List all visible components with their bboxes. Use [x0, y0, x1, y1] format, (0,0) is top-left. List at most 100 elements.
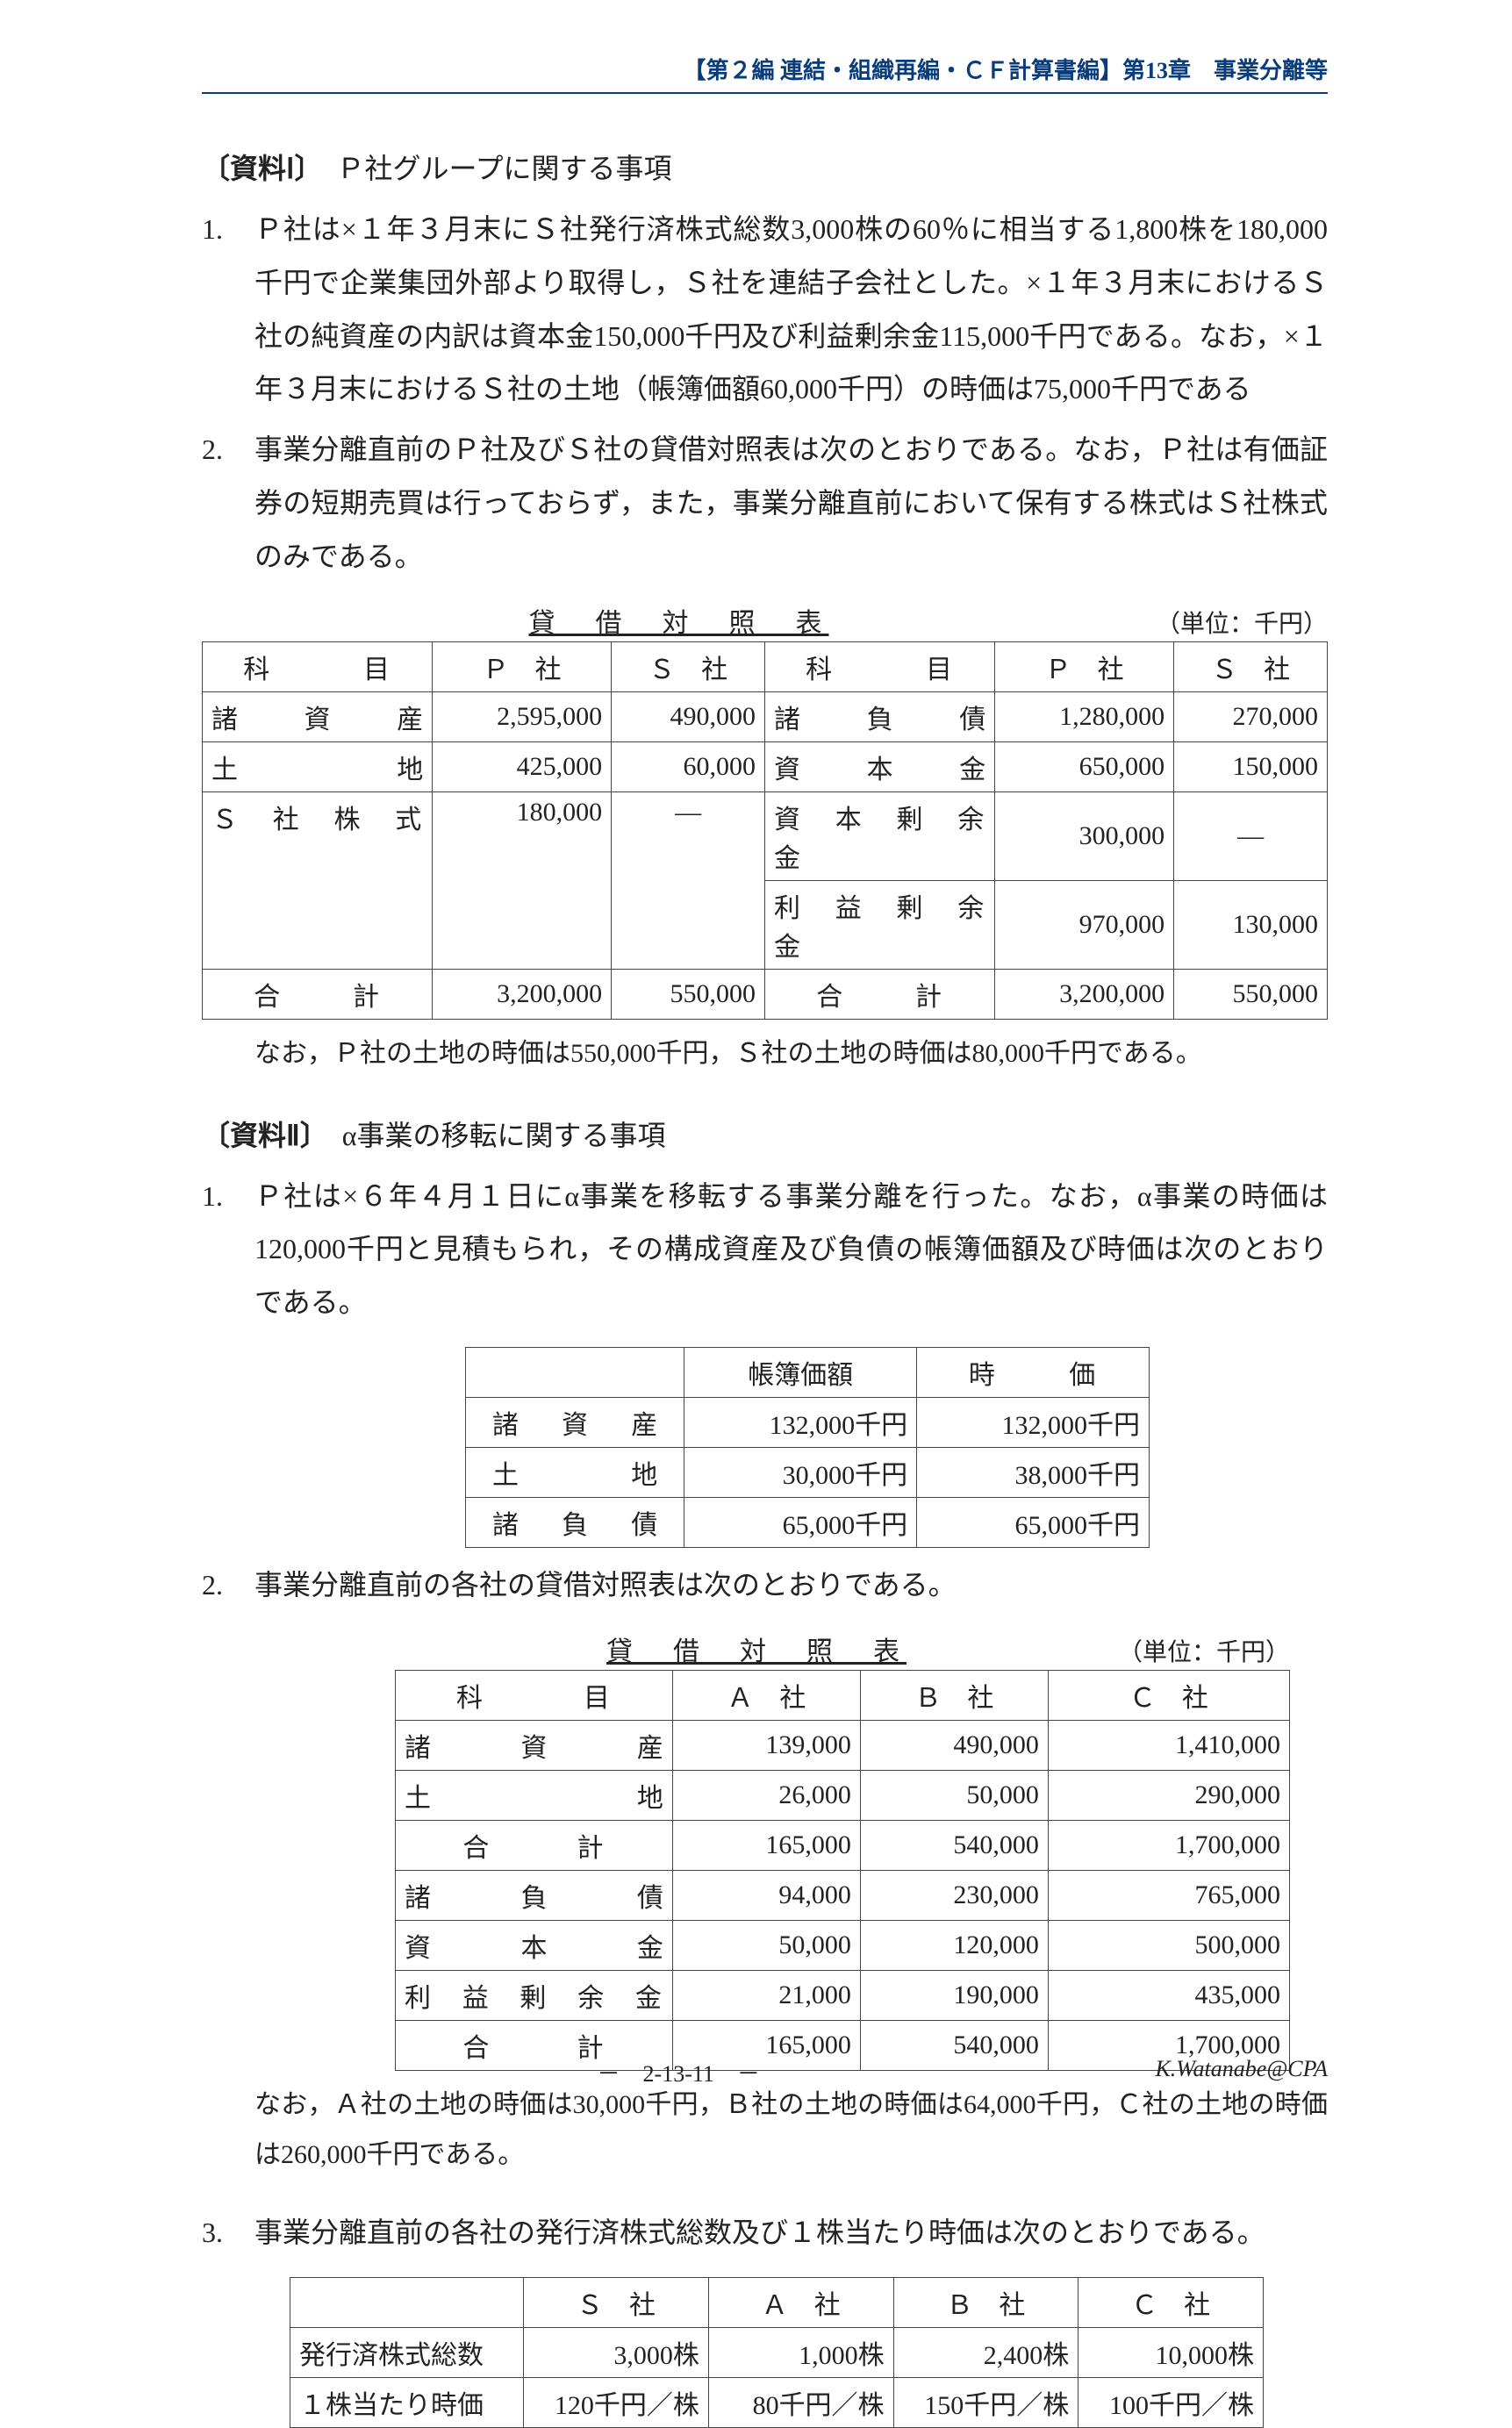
cell: 26,000: [672, 1770, 860, 1820]
cell: 諸: [405, 1726, 431, 1765]
cell: 150,000: [1174, 741, 1328, 791]
shares-table: Ｓ 社 Ａ 社 Ｂ 社 Ｃ 社 発行済株式総数 3,000株 1,000株 2,…: [290, 2277, 1264, 2428]
section1-tag: 〔資料Ⅰ〕: [202, 153, 308, 184]
cell: 300,000: [995, 791, 1174, 880]
cell: 550,000: [612, 969, 765, 1019]
cell: １株当たり時価: [290, 2377, 524, 2427]
cell: 地: [631, 1453, 657, 1492]
list-item: 1. Ｐ社は×１年３月末にＳ社発行済株式総数3,000株の60％に相当する1,8…: [202, 203, 1328, 416]
cell: 120千円／株: [524, 2377, 709, 2427]
page-footer: － 2-13-11 － K.Watanabe@CPA: [0, 2056, 1512, 2088]
cell: 資: [305, 698, 331, 736]
item-text: 事業分離直前の各社の貸借対照表は次のとおりである。: [254, 1558, 1328, 1612]
cell: 諸: [492, 1503, 519, 1542]
cell: 金: [959, 748, 985, 786]
cell: 土: [405, 1776, 431, 1815]
item-number: 2.: [202, 423, 254, 583]
col-head: Ｓ 社: [1174, 641, 1328, 691]
cell: ―: [1174, 791, 1328, 880]
cell: 金: [637, 1926, 663, 1965]
list-item: 1. Ｐ社は×６年４月１日にα事業を移転する事業分離を行った。なお，α事業の時価…: [202, 1170, 1328, 1329]
cell: 債: [631, 1503, 657, 1542]
cell: 負: [520, 1876, 547, 1915]
section2-list-2: 2. 事業分離直前の各社の貸借対照表は次のとおりである。: [202, 1558, 1328, 1612]
cell: 21,000: [672, 1970, 860, 2020]
col-head: Ｓ 社: [524, 2277, 709, 2327]
cell: 地: [637, 1776, 663, 1815]
cell: 190,000: [860, 1970, 1048, 2020]
section1-title: 〔資料Ⅰ〕 Ｐ社グループに関する事項: [202, 147, 1328, 187]
cell: 50,000: [860, 1770, 1048, 1820]
page-number: － 2-13-11 －: [202, 2056, 1155, 2088]
cell: 利 益 剰 余 金: [405, 1976, 663, 2015]
col-head: 科 目: [456, 1676, 612, 1715]
cell: 50,000: [672, 1920, 860, 1970]
col-head: 科 目: [806, 648, 954, 686]
cell: 1,410,000: [1048, 1720, 1289, 1770]
table3-note: なお，Ａ社の土地の時価は30,000千円，Ｂ社の土地の時価は64,000千円，Ｃ…: [254, 2080, 1328, 2180]
cell: 100千円／株: [1078, 2377, 1264, 2427]
cell: 65,000千円: [684, 1497, 917, 1547]
cell: 139,000: [672, 1720, 860, 1770]
cell: Ｓ 社 株 式: [211, 798, 423, 836]
cell: 30,000千円: [684, 1447, 917, 1497]
cell: 3,000株: [524, 2327, 709, 2377]
col-head: Ｐ 社: [995, 641, 1174, 691]
cell: 産: [637, 1726, 663, 1765]
cell: 650,000: [995, 741, 1174, 791]
col-head: Ｓ 社: [612, 641, 765, 691]
cell: 80千円／株: [708, 2377, 893, 2427]
balance-sheet-1: 科 目 Ｐ 社 Ｓ 社 科 目 Ｐ 社 Ｓ 社 諸資産 2,595,000 49…: [202, 641, 1328, 1020]
item-text: Ｐ社は×６年４月１日にα事業を移転する事業分離を行った。なお，α事業の時価は12…: [254, 1170, 1328, 1329]
cell: 負: [867, 698, 893, 736]
section1-text: Ｐ社グループに関する事項: [308, 153, 671, 184]
cell: ―: [612, 791, 765, 969]
cell: 132,000千円: [917, 1397, 1150, 1447]
cell: 165,000: [672, 1820, 860, 1870]
cell: 債: [637, 1876, 663, 1915]
cell: 1,000株: [708, 2327, 893, 2377]
balance-sheet-3: 科 目 Ａ 社 Ｂ 社 Ｃ 社 諸資産 139,000 490,000 1,41…: [395, 1670, 1290, 2071]
table1-title: 貸 借 対 照 表: [202, 601, 1156, 640]
table3-title: 貸 借 対 照 表: [395, 1629, 1118, 1668]
col-head: 時 価: [969, 1353, 1097, 1392]
cell: 資: [562, 1403, 588, 1442]
cell: 産: [631, 1403, 657, 1442]
cell: 65,000千円: [917, 1497, 1150, 1547]
cell: 500,000: [1048, 1920, 1289, 1970]
cell: 130,000: [1174, 880, 1328, 969]
col-head: Ｃ 社: [1048, 1670, 1289, 1720]
col-head: Ａ 社: [672, 1670, 860, 1720]
section2-tag: 〔資料Ⅱ〕: [202, 1120, 314, 1151]
cell: 425,000: [433, 741, 612, 791]
cell: 765,000: [1048, 1870, 1289, 1920]
col-head: Ｃ 社: [1078, 2277, 1264, 2327]
cell: 3,200,000: [433, 969, 612, 1019]
table3-unit: （単位：千円）: [1118, 1633, 1290, 1668]
item-text: 事業分離直前の各社の発行済株式総数及び１株当たり時価は次のとおりである。: [254, 2206, 1328, 2260]
cell: 230,000: [860, 1870, 1048, 1920]
cell: 490,000: [612, 691, 765, 741]
col-head: Ｂ 社: [860, 1670, 1048, 1720]
item-text: 事業分離直前のＰ社及びＳ社の貸借対照表は次のとおりである。なお，Ｐ社は有価証券の…: [254, 423, 1328, 583]
section2-text: α事業の移転に関する事項: [314, 1120, 666, 1151]
cell: 諸: [211, 698, 238, 736]
cell: 地: [397, 748, 423, 786]
cell: 合 計: [462, 1826, 605, 1865]
item-number: 1.: [202, 203, 254, 416]
cell: 550,000: [1174, 969, 1328, 1019]
item-number: 2.: [202, 1558, 254, 1612]
author: K.Watanabe@CPA: [1155, 2056, 1328, 2088]
list-item: 2. 事業分離直前の各社の貸借対照表は次のとおりである。: [202, 1558, 1328, 1612]
cell: 2,595,000: [433, 691, 612, 741]
cell: 負: [562, 1503, 588, 1542]
cell: 合 計: [254, 975, 381, 1013]
cell: 490,000: [860, 1720, 1048, 1770]
cell: 2,400株: [893, 2327, 1078, 2377]
cell: 38,000千円: [917, 1447, 1150, 1497]
cell: 132,000千円: [684, 1397, 917, 1447]
cell: 120,000: [860, 1920, 1048, 1970]
cell: 土: [211, 748, 238, 786]
cell: 諸: [492, 1403, 519, 1442]
cell: 資 本 剰 余 金: [774, 798, 985, 875]
